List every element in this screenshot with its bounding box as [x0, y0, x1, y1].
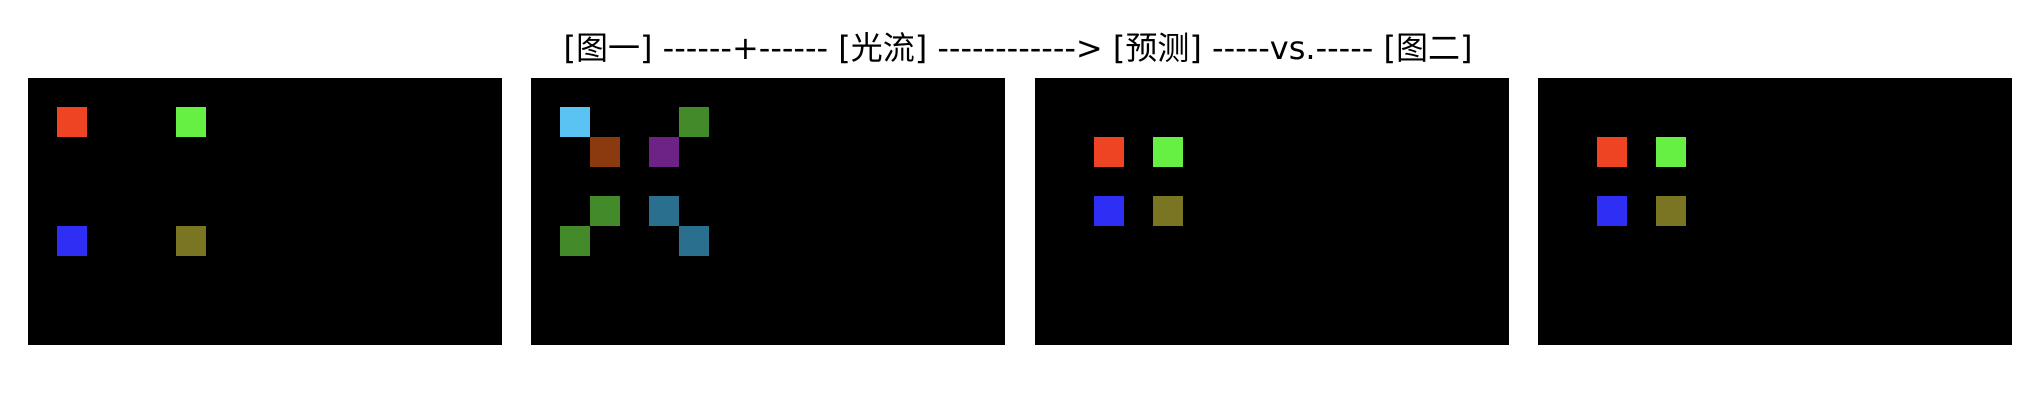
- teal-cell: [649, 196, 679, 226]
- red-cell: [1597, 137, 1627, 167]
- blue-cell: [1597, 196, 1627, 226]
- blue-cell: [1094, 196, 1124, 226]
- optical-flow-panel: [531, 78, 1005, 345]
- olive-cell: [176, 226, 206, 256]
- purple-cell: [649, 137, 679, 167]
- prediction-panel: [1035, 78, 1509, 345]
- olive-cell: [1656, 196, 1686, 226]
- image-one-panel: [28, 78, 502, 345]
- light-blue-cell: [560, 107, 590, 137]
- diagram-caption: [图一] ------+------ [光流] ------------> [预…: [563, 29, 1473, 67]
- teal-cell: [679, 226, 709, 256]
- olive-cell: [1153, 196, 1183, 226]
- green-cell: [176, 107, 206, 137]
- green-cell: [679, 107, 709, 137]
- blue-cell: [57, 226, 87, 256]
- image-two-panel: [1538, 78, 2012, 345]
- red-cell: [57, 107, 87, 137]
- green-cell: [1153, 137, 1183, 167]
- green-cell: [1656, 137, 1686, 167]
- green-cell: [590, 196, 620, 226]
- red-cell: [1094, 137, 1124, 167]
- green-cell: [560, 226, 590, 256]
- brown-cell: [590, 137, 620, 167]
